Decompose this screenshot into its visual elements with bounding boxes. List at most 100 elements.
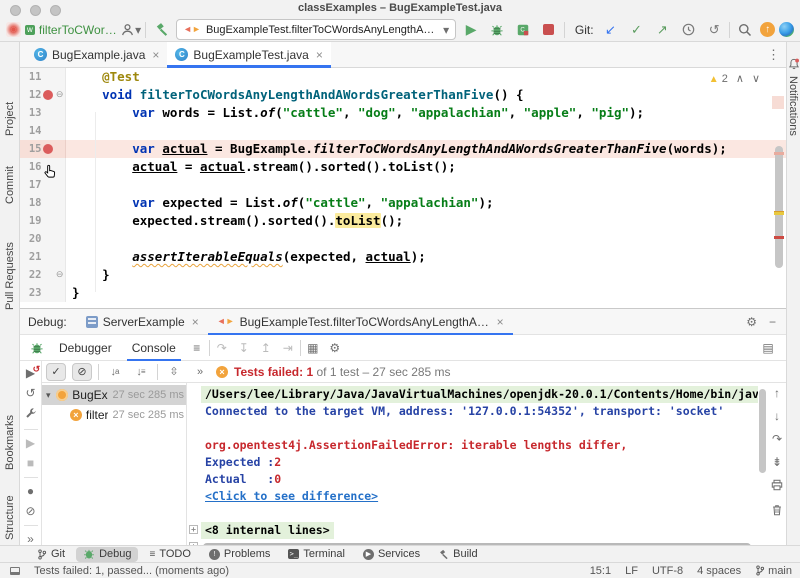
code-line-23[interactable]: 23} bbox=[20, 284, 786, 302]
git-history-button[interactable] bbox=[677, 19, 699, 40]
editor-scrollbar[interactable] bbox=[774, 68, 784, 308]
prev-problem-icon[interactable]: ∧ bbox=[736, 72, 744, 85]
test-tree-node[interactable]: ×filterTc27 sec 285 ms bbox=[42, 405, 186, 425]
code-line-19[interactable]: 19 expected.stream().sorted().toList(); bbox=[20, 212, 786, 230]
code-line-11[interactable]: 11 @Test bbox=[20, 68, 786, 86]
console-line[interactable]: <Click to see difference> bbox=[188, 488, 758, 505]
view-options-icon[interactable]: ⚙ bbox=[325, 341, 345, 355]
rerun-button[interactable]: ▶↺ bbox=[26, 367, 35, 380]
step-over-icon[interactable]: ↷ bbox=[212, 341, 232, 355]
print-icon[interactable] bbox=[771, 479, 783, 493]
git-branch-widget[interactable]: main bbox=[755, 565, 792, 577]
gutter[interactable]: 23 bbox=[20, 284, 66, 302]
stop-button[interactable] bbox=[538, 19, 560, 40]
git-push-button[interactable]: ↗ bbox=[651, 19, 673, 40]
sidebar-item-project[interactable]: Project bbox=[4, 102, 16, 136]
gutter[interactable]: 13 bbox=[20, 104, 66, 122]
gutter[interactable]: 11 bbox=[20, 68, 66, 86]
tab-bugexample[interactable]: C BugExample.java × bbox=[26, 42, 167, 67]
close-tab-icon[interactable]: × bbox=[152, 48, 159, 62]
toolwindow-button-build[interactable]: Build bbox=[431, 547, 484, 562]
test-tree[interactable]: ▾BugExam27 sec 285 ms×filterTc27 sec 285… bbox=[42, 383, 187, 546]
up-stacktrace-icon[interactable]: ↑ bbox=[774, 387, 780, 399]
gutter[interactable]: 20 bbox=[20, 230, 66, 248]
sidebar-item-commit[interactable]: Commit bbox=[4, 166, 16, 204]
tab-options-kebab-icon[interactable]: ⋮ bbox=[767, 47, 786, 63]
clear-console-icon[interactable] bbox=[771, 504, 783, 518]
gutter[interactable]: 19 bbox=[20, 212, 66, 230]
code-line-12[interactable]: 12⊖ void filterToCWordsAnyLengthAndAWord… bbox=[20, 86, 786, 104]
debug-button[interactable] bbox=[486, 19, 508, 40]
gutter[interactable]: 14 bbox=[20, 122, 66, 140]
code-line-22[interactable]: 22⊖ } bbox=[20, 266, 786, 284]
toolwindow-button-git[interactable]: Git bbox=[30, 547, 72, 562]
sidebar-item-bookmarks[interactable]: Bookmarks bbox=[4, 415, 16, 470]
caret-position[interactable]: 15:1 bbox=[590, 565, 611, 577]
build-hammer-button[interactable] bbox=[150, 19, 172, 40]
git-commit-button[interactable]: ✓ bbox=[625, 19, 647, 40]
toolwindow-button-problems[interactable]: !Problems bbox=[202, 547, 277, 562]
run-button[interactable]: ▶ bbox=[460, 19, 482, 40]
test-settings-button[interactable] bbox=[25, 407, 37, 422]
ide-update-icon[interactable]: ↑ bbox=[760, 22, 775, 37]
tree-expand-icon[interactable]: ▾ bbox=[46, 390, 52, 401]
profile-button[interactable]: ▾ bbox=[121, 23, 141, 37]
status-message[interactable]: Tests failed: 1, passed... (moments ago) bbox=[34, 565, 229, 577]
code-editor[interactable]: 11 @Test12⊖ void filterToCWordsAnyLength… bbox=[20, 68, 786, 308]
inspections-widget[interactable]: ▲ 2 ∧ ∨ bbox=[709, 72, 760, 85]
fold-icon[interactable]: ⊖ bbox=[54, 86, 65, 104]
breakpoint-slot[interactable] bbox=[42, 68, 55, 86]
gutter[interactable]: 12⊖ bbox=[20, 86, 66, 104]
debug-settings-gear-icon[interactable]: ⚙ bbox=[746, 315, 757, 329]
notifications-bell-icon[interactable] bbox=[788, 58, 800, 70]
sidebar-item-pull-requests[interactable]: Pull Requests bbox=[4, 242, 16, 310]
step-into-icon[interactable]: ↧ bbox=[234, 341, 254, 355]
code-line-17[interactable]: 17 bbox=[20, 176, 786, 194]
down-stacktrace-icon[interactable]: ↓ bbox=[774, 410, 780, 422]
breakpoint-slot[interactable] bbox=[42, 266, 55, 284]
breakpoint-icon[interactable] bbox=[42, 140, 55, 158]
toolwindow-button-services[interactable]: ▶Services bbox=[356, 547, 427, 562]
expand-collapse-icon[interactable]: ⇳ bbox=[164, 363, 184, 381]
mute-breakpoints-button[interactable]: ⊘ bbox=[25, 505, 35, 518]
breakpoint-icon[interactable] bbox=[42, 86, 55, 104]
console-scrollbar-thumb[interactable] bbox=[759, 389, 766, 473]
indent-setting[interactable]: 4 spaces bbox=[697, 565, 741, 577]
tool-window-switcher-icon[interactable] bbox=[10, 567, 20, 575]
view-tab-console[interactable]: Console bbox=[123, 335, 185, 360]
fold-icon[interactable]: ⊖ bbox=[54, 266, 65, 284]
gutter[interactable]: 15 bbox=[20, 140, 66, 158]
close-tab-icon[interactable]: × bbox=[316, 48, 323, 62]
layout-settings-icon[interactable]: ▤ bbox=[758, 341, 778, 355]
code-line-15[interactable]: 15 var actual = BugExample.filterToCWord… bbox=[20, 140, 786, 158]
debug-tab-bugexampletest[interactable]: ◄► BugExampleTest.filterToCWordsAnyLengt… bbox=[208, 309, 513, 334]
code-line-14[interactable]: 14 bbox=[20, 122, 786, 140]
code-line-20[interactable]: 20 bbox=[20, 230, 786, 248]
close-tab-icon[interactable]: × bbox=[192, 315, 199, 329]
view-breakpoints-button[interactable]: ● bbox=[27, 485, 34, 498]
close-tab-icon[interactable]: × bbox=[497, 315, 504, 329]
breakpoint-slot[interactable] bbox=[42, 230, 55, 248]
test-tree-node[interactable]: ▾BugExam27 sec 285 ms bbox=[42, 385, 186, 405]
code-line-21[interactable]: 21 assertIterableEquals(expected, actual… bbox=[20, 248, 786, 266]
breakpoint-slot[interactable] bbox=[42, 248, 55, 266]
search-everywhere-button[interactable] bbox=[734, 19, 756, 40]
debug-console[interactable]: /Users/lee/Library/Java/JavaVirtualMachi… bbox=[188, 383, 758, 546]
scrollbar-thumb[interactable] bbox=[775, 146, 783, 268]
see-difference-link[interactable]: <Click to see difference> bbox=[201, 488, 382, 505]
view-tab-debugger[interactable]: Debugger bbox=[50, 335, 121, 360]
more-toolbar-icon[interactable]: » bbox=[190, 363, 210, 381]
file-encoding[interactable]: UTF-8 bbox=[652, 565, 683, 577]
soft-wrap-icon[interactable]: ↷ bbox=[772, 433, 782, 445]
step-out-icon[interactable]: ↥ bbox=[256, 341, 276, 355]
sort-by-duration-icon[interactable]: ↓≡ bbox=[131, 363, 151, 381]
run-configuration-select[interactable]: ◄► BugExampleTest.filterToCWordsAnyLengt… bbox=[176, 19, 456, 40]
git-update-button[interactable]: ↙ bbox=[600, 19, 622, 40]
gutter[interactable]: 22⊖ bbox=[20, 266, 66, 284]
console-menu-icon[interactable]: ≡ bbox=[187, 341, 207, 355]
breakpoint-slot[interactable] bbox=[42, 284, 55, 302]
show-passed-toggle[interactable]: ✓ bbox=[46, 363, 66, 381]
sidebar-item-notifications[interactable]: Notifications bbox=[787, 76, 799, 136]
debug-tab-serverexample[interactable]: ServerExample × bbox=[77, 309, 208, 334]
gutter[interactable]: 18 bbox=[20, 194, 66, 212]
